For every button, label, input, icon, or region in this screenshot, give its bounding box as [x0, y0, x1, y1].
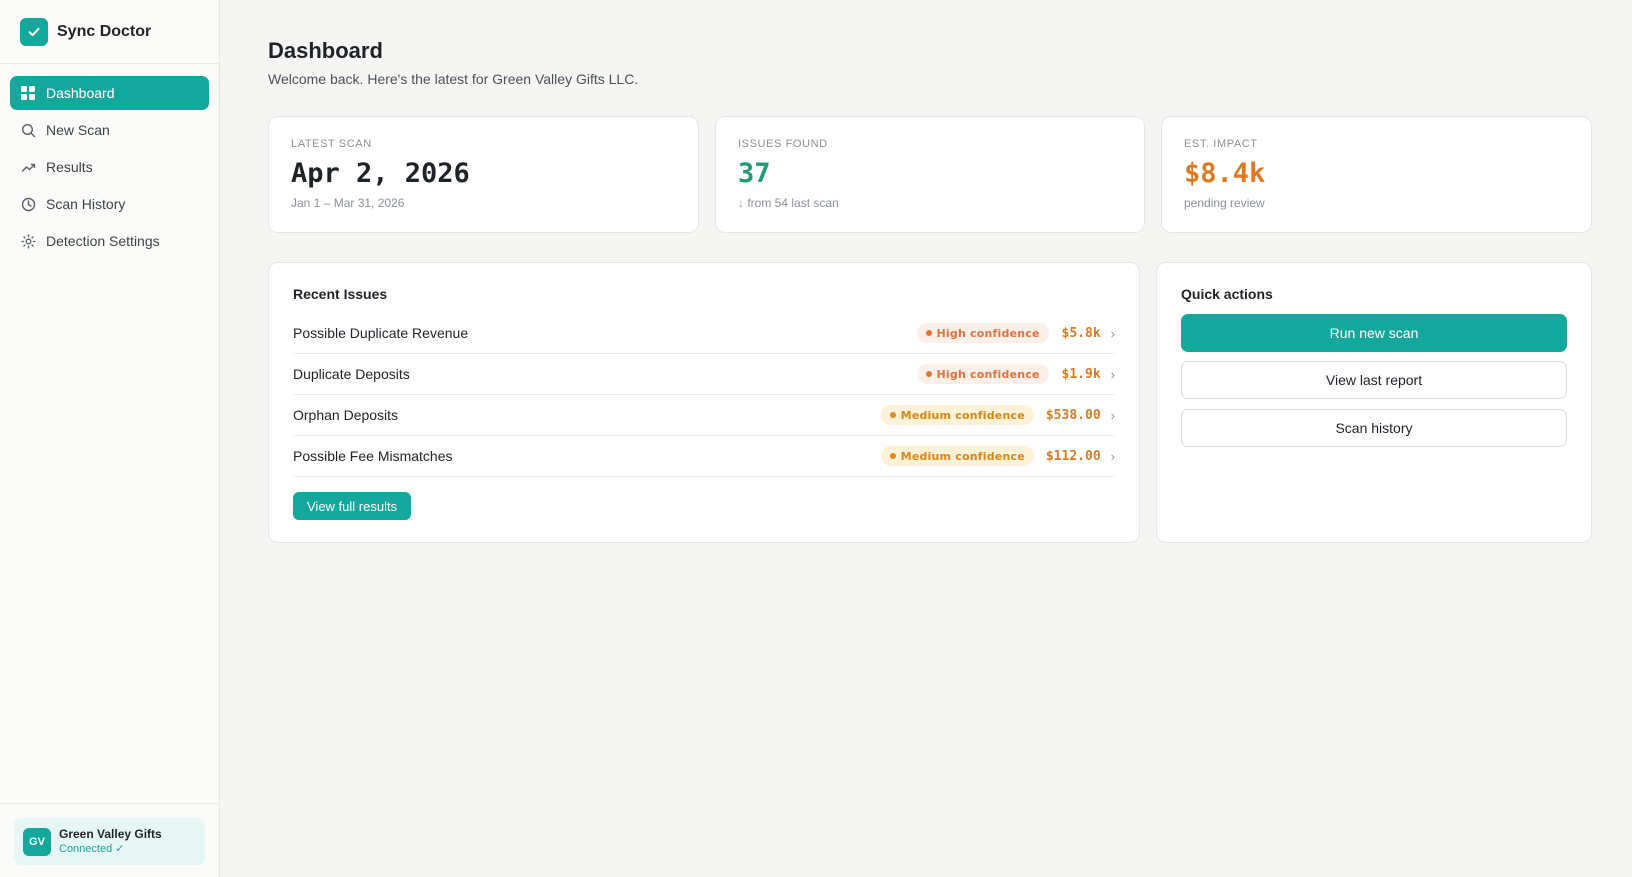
page-subtitle: Welcome back. Here's the latest for Gree…	[268, 71, 639, 87]
chevron-right-icon: ›	[1110, 325, 1115, 341]
stat-note: pending review	[1184, 196, 1265, 210]
scan-history-button[interactable]: Scan history	[1181, 409, 1567, 447]
sidebar-nav: Dashboard New Scan Results Scan History …	[0, 64, 219, 270]
avatar: GV	[23, 827, 51, 856]
search-icon	[20, 122, 36, 138]
account-section: GV Green Valley Gifts Connected ✓	[0, 803, 219, 877]
stat-value: 37	[738, 158, 771, 189]
issue-amount: $1.9k	[1061, 366, 1101, 382]
stat-label: EST. IMPACT	[1184, 138, 1258, 150]
brand[interactable]: Sync Doctor	[0, 0, 219, 64]
sidebar-item-label: Scan History	[46, 196, 126, 212]
gear-icon	[20, 233, 36, 249]
sidebar-item-results[interactable]: Results	[10, 150, 209, 184]
list-item[interactable]: Possible Duplicate Revenue High confiden…	[293, 313, 1115, 354]
confidence-badge: Medium confidence	[880, 405, 1034, 425]
stat-label: ISSUES FOUND	[738, 138, 828, 150]
sidebar: Sync Doctor Dashboard New Scan Results S…	[0, 0, 220, 877]
sidebar-item-new-scan[interactable]: New Scan	[10, 113, 209, 147]
stat-value: Apr 2, 2026	[291, 158, 470, 189]
account-status: Connected ✓	[59, 843, 125, 855]
list-item[interactable]: Duplicate Deposits High confidence $1.9k…	[293, 354, 1115, 395]
dot-icon	[889, 453, 896, 459]
run-new-scan-button[interactable]: Run new scan	[1181, 314, 1567, 352]
chevron-right-icon: ›	[1110, 407, 1115, 423]
confidence-badge: High confidence	[916, 323, 1049, 343]
sidebar-item-scan-history[interactable]: Scan History	[10, 187, 209, 221]
panel-title: Recent Issues	[293, 286, 388, 302]
chevron-right-icon: ›	[1110, 448, 1115, 464]
dot-icon	[925, 371, 932, 377]
issue-amount: $112.00	[1045, 448, 1101, 464]
issue-name: Possible Fee Mismatches	[293, 448, 453, 464]
check-logo-icon	[20, 17, 48, 46]
dot-icon	[925, 330, 932, 336]
stat-label: LATEST SCAN	[291, 138, 372, 150]
view-last-report-button[interactable]: View last report	[1181, 361, 1567, 399]
issue-list: Possible Duplicate Revenue High confiden…	[293, 313, 1115, 477]
quick-actions-panel: Quick actions Run new scan View last rep…	[1156, 262, 1592, 543]
page-title: Dashboard	[268, 38, 383, 63]
issue-amount: $5.8k	[1061, 325, 1101, 341]
confidence-badge: High confidence	[916, 364, 1049, 384]
account-name: Green Valley Gifts	[59, 827, 162, 841]
issue-name: Possible Duplicate Revenue	[293, 325, 469, 341]
sidebar-item-label: Detection Settings	[46, 233, 160, 249]
view-full-results-button[interactable]: View full results	[293, 492, 412, 520]
sidebar-item-label: Results	[46, 159, 93, 175]
stat-card-est-impact: EST. IMPACT $8.4k pending review	[1161, 116, 1592, 233]
trend-icon	[20, 159, 36, 175]
sidebar-item-detection-settings[interactable]: Detection Settings	[10, 224, 209, 258]
sidebar-item-label: New Scan	[46, 122, 110, 138]
panel-title: Quick actions	[1181, 286, 1273, 302]
stat-card-latest-scan: LATEST SCAN Apr 2, 2026 Jan 1 – Mar 31, …	[268, 116, 699, 233]
confidence-badge: Medium confidence	[880, 446, 1034, 466]
list-item[interactable]: Possible Fee Mismatches Medium confidenc…	[293, 436, 1115, 477]
dot-icon	[889, 412, 896, 418]
chevron-right-icon: ›	[1110, 366, 1115, 382]
list-item[interactable]: Orphan Deposits Medium confidence $538.0…	[293, 395, 1115, 436]
stat-value: $8.4k	[1184, 158, 1266, 189]
issue-name: Duplicate Deposits	[293, 366, 410, 382]
stat-note: ↓ from 54 last scan	[738, 196, 839, 210]
app-name: Sync Doctor	[57, 22, 152, 40]
sidebar-item-label: Dashboard	[46, 85, 115, 101]
clock-icon	[20, 196, 36, 212]
account-card[interactable]: GV Green Valley Gifts Connected ✓	[14, 818, 205, 865]
stat-note: Jan 1 – Mar 31, 2026	[291, 196, 405, 210]
sidebar-item-dashboard[interactable]: Dashboard	[10, 76, 209, 110]
stat-card-issues-found: ISSUES FOUND 37 ↓ from 54 last scan	[715, 116, 1145, 233]
issue-name: Orphan Deposits	[293, 407, 399, 423]
recent-issues-panel: Recent Issues Possible Duplicate Revenue…	[268, 262, 1140, 543]
issue-amount: $538.00	[1045, 407, 1101, 423]
grid-icon	[20, 85, 36, 101]
